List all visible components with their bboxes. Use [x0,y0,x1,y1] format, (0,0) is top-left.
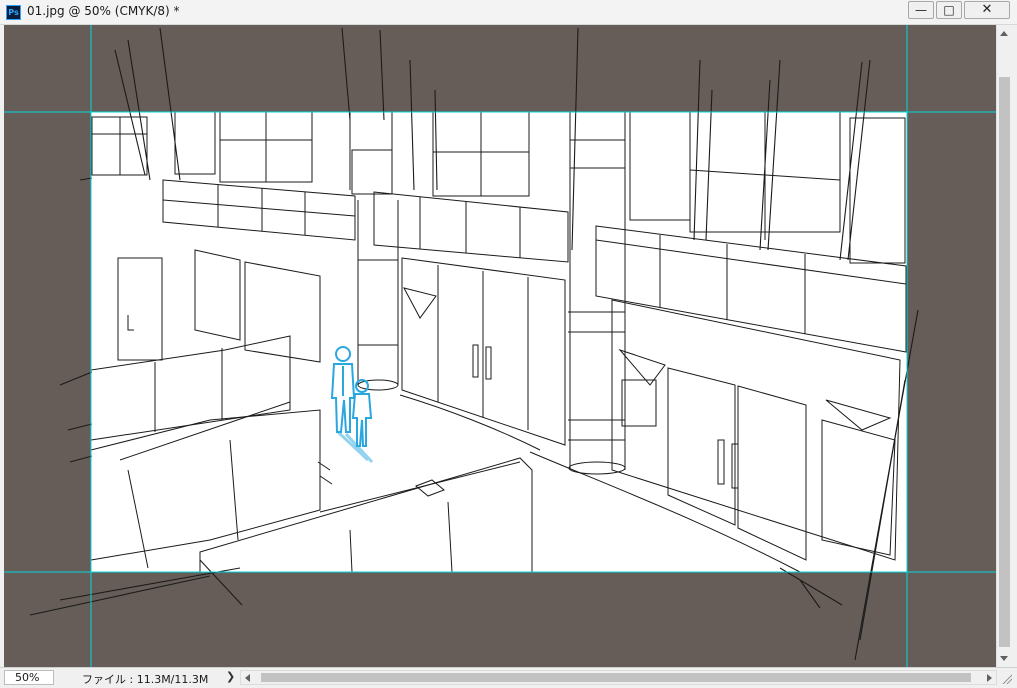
horizontal-scrollbar[interactable] [240,670,997,685]
scroll-up-icon[interactable] [1000,31,1008,36]
horizontal-scroll-thumb[interactable] [261,673,971,682]
vertical-scrollbar[interactable] [996,25,1012,667]
artboard [91,112,907,572]
resize-grip-icon[interactable] [1000,672,1012,684]
document-canvas[interactable] [4,25,996,667]
maximize-button[interactable]: □ [936,1,962,19]
title-bar[interactable]: Ps 01.jpg @ 50% (CMYK/8) * — □ ✕ [0,0,1017,25]
canvas-area[interactable] [4,25,996,667]
status-bar: 50% ファイル : 11.3M/11.3M ❯ [0,667,1017,688]
close-icon: ✕ [981,2,993,17]
file-size-info: ファイル : 11.3M/11.3M [82,673,209,686]
document-window: Ps 01.jpg @ 50% (CMYK/8) * — □ ✕ 50% ファイ… [0,0,1017,688]
scroll-right-icon[interactable] [987,674,992,682]
photoshop-icon[interactable]: Ps [6,5,21,20]
maximize-icon: □ [943,3,955,17]
minimize-icon: — [915,3,927,17]
status-menu-arrow-icon[interactable]: ❯ [226,670,235,683]
minimize-button[interactable]: — [908,1,934,19]
document-title: 01.jpg @ 50% (CMYK/8) * [27,4,180,18]
zoom-level-field[interactable]: 50% [4,670,54,685]
vertical-scroll-thumb[interactable] [999,77,1010,647]
scroll-left-icon[interactable] [245,674,250,682]
scroll-down-icon[interactable] [1000,656,1008,661]
close-button[interactable]: ✕ [964,1,1010,19]
